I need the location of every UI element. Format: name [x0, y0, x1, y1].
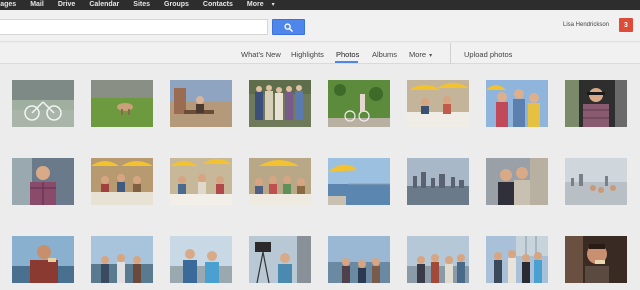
topbar-sites-link[interactable]: Sites [133, 0, 150, 10]
photo-thumbnail[interactable] [407, 80, 469, 127]
photo-thumbnail[interactable] [170, 236, 232, 283]
photo-thumbnail[interactable] [249, 80, 311, 127]
photo-thumbnail[interactable] [328, 236, 390, 283]
photo-thumbnail[interactable] [12, 236, 74, 283]
topbar-calendar-link[interactable]: Calendar [89, 0, 119, 10]
photo-thumbnail[interactable] [91, 158, 153, 205]
topbar-groups-link[interactable]: Groups [164, 0, 189, 10]
topbar-more-link[interactable]: More [247, 0, 264, 10]
photo-thumbnail[interactable] [170, 158, 232, 205]
topbar-mail-link[interactable]: Mail [30, 0, 44, 10]
search-icon [284, 22, 293, 32]
topbar-drive-link[interactable]: Drive [58, 0, 76, 10]
notification-badge[interactable]: 3 [619, 18, 633, 32]
photo-thumbnail[interactable] [170, 80, 232, 127]
photo-thumbnail[interactable] [486, 80, 548, 127]
topbar-images-link[interactable]: mages [0, 0, 16, 10]
tab-photos[interactable]: Photos [336, 50, 359, 59]
google-top-bar: mages Mail Drive Calendar Sites Groups C… [0, 0, 640, 10]
photo-thumbnail[interactable] [565, 236, 627, 283]
photo-thumbnail[interactable] [486, 158, 548, 205]
tab-albums[interactable]: Albums [372, 50, 397, 59]
tab-whats-new[interactable]: What's New [241, 50, 281, 59]
upload-photos-button[interactable]: Upload photos [464, 50, 512, 59]
photo-thumbnail[interactable] [565, 80, 627, 127]
photo-thumbnail[interactable] [328, 80, 390, 127]
chevron-down-icon[interactable]: ▾ [272, 0, 275, 10]
photo-thumbnail[interactable] [407, 158, 469, 205]
active-tab-indicator [335, 61, 358, 63]
photo-thumbnail[interactable] [91, 80, 153, 127]
tab-more[interactable]: More ▾ [409, 50, 432, 59]
photo-thumbnail[interactable] [249, 158, 311, 205]
search-header: Lisa Hendrickson 3 [0, 10, 640, 42]
tab-highlights[interactable]: Highlights [291, 50, 324, 59]
photo-thumbnail[interactable] [486, 236, 548, 283]
topbar-contacts-link[interactable]: Contacts [203, 0, 233, 10]
photo-thumbnail[interactable] [249, 236, 311, 283]
photo-thumbnail[interactable] [91, 236, 153, 283]
tab-divider [450, 43, 451, 64]
photo-thumbnail[interactable] [328, 158, 390, 205]
tab-more-label: More [409, 50, 427, 59]
photo-thumbnail[interactable] [407, 236, 469, 283]
chevron-down-icon: ▾ [429, 53, 433, 59]
photo-thumbnail[interactable] [12, 158, 74, 205]
search-input[interactable] [0, 19, 268, 35]
photo-thumbnail[interactable] [565, 158, 627, 205]
search-button[interactable] [272, 19, 305, 35]
user-name-link[interactable]: Lisa Hendrickson [563, 22, 609, 28]
photo-thumbnail[interactable] [12, 80, 74, 127]
photos-subnav: What's New Highlights Photos Albums More… [0, 43, 640, 64]
